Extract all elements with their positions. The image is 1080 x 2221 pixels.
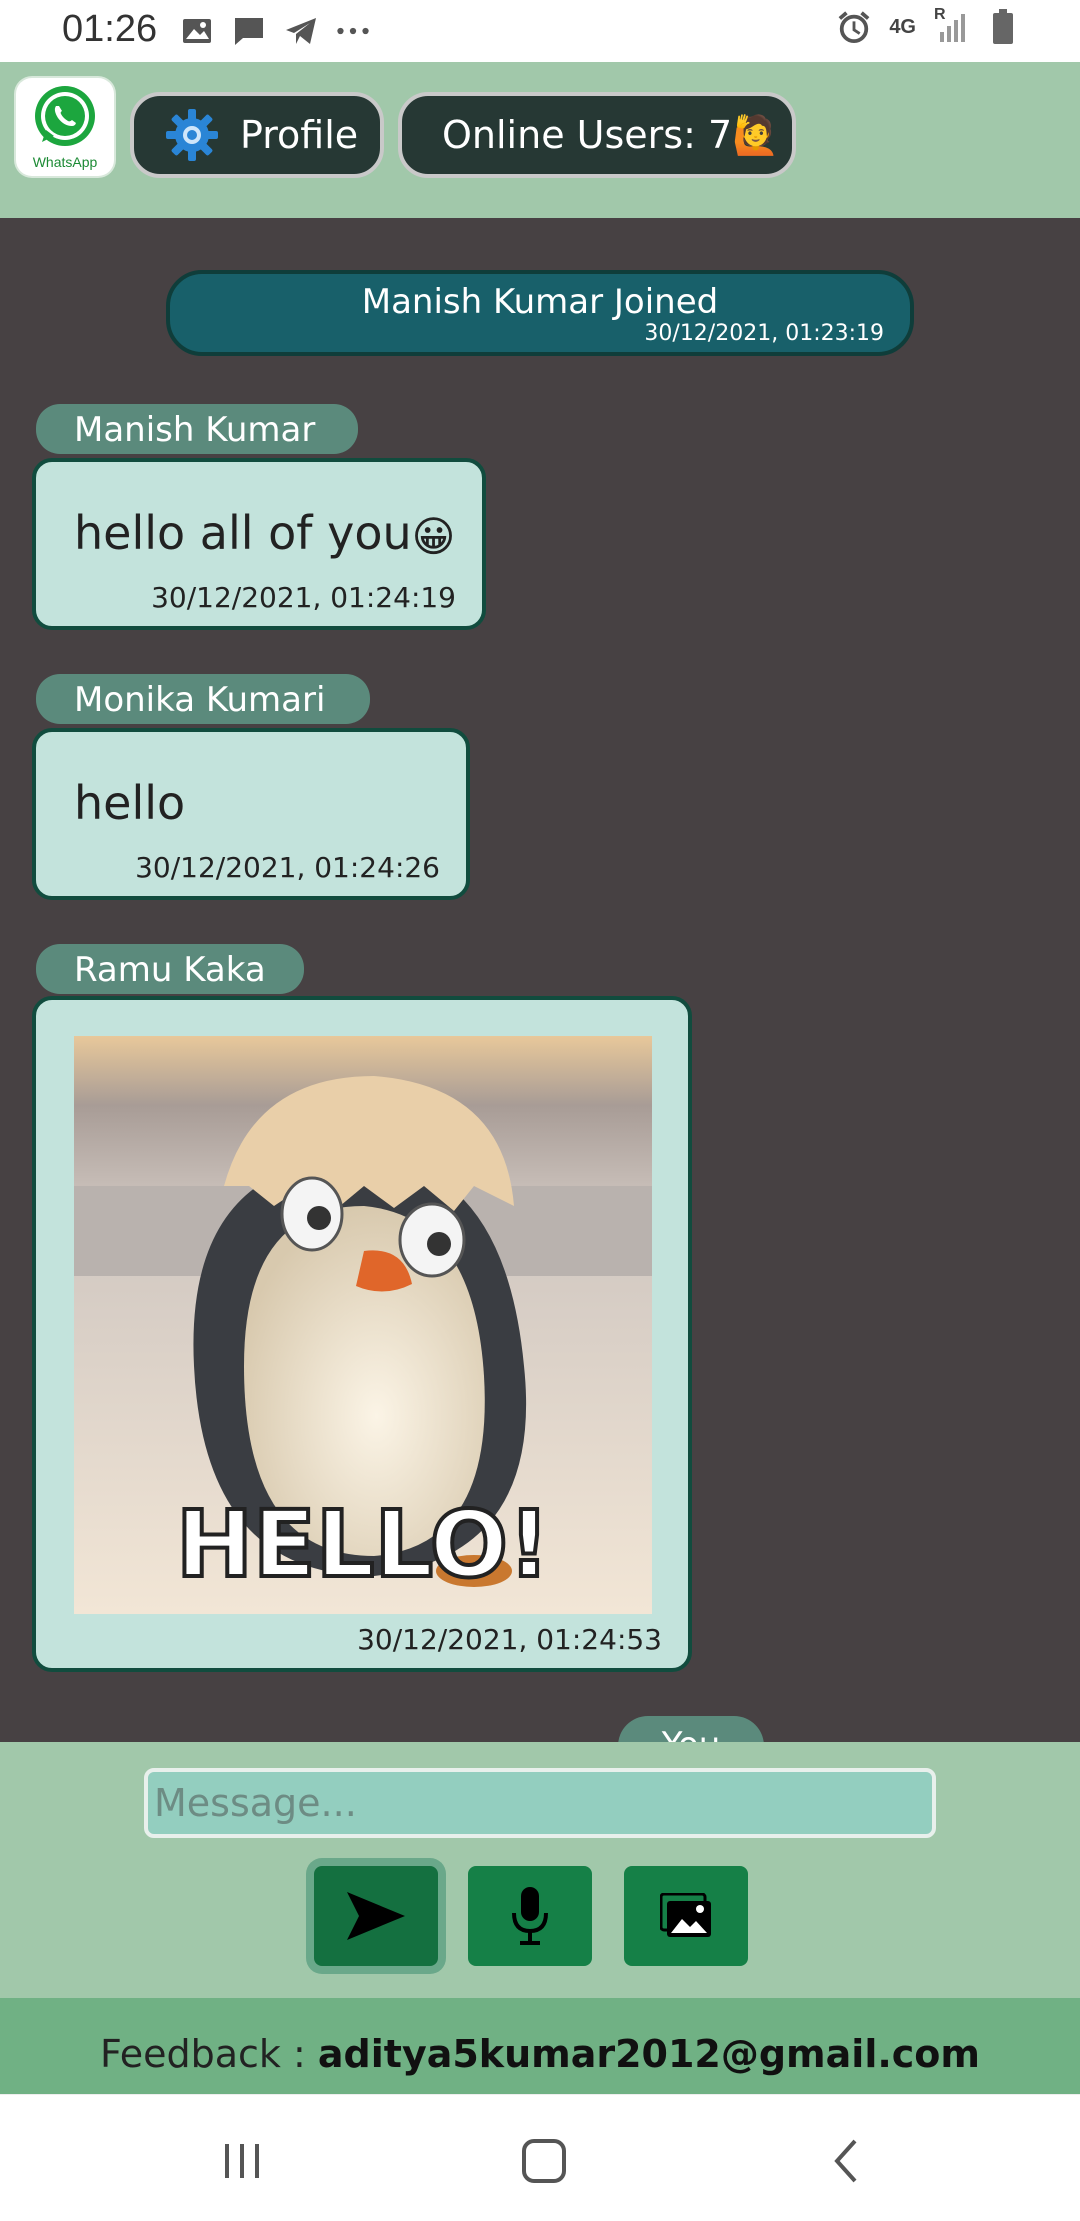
grinning-face-emoji: 😀 — [411, 512, 456, 561]
alarm-icon — [837, 10, 871, 44]
message-text: hello all of you😀 — [74, 506, 455, 561]
status-bar: 01:26 4G R — [0, 0, 1080, 62]
message-bubble[interactable]: hello 30/12/2021, 01:24:26 — [32, 728, 470, 900]
join-notice: Manish Kumar Joined 30/12/2021, 01:23:19 — [166, 270, 914, 356]
message-notification-icon — [232, 14, 266, 48]
recent-apps-button[interactable] — [212, 2131, 272, 2191]
message-sender: Manish Kumar — [36, 404, 358, 454]
message-input[interactable] — [144, 1768, 936, 1838]
feedback-label: Feedback : — [99, 2032, 318, 2076]
whatsapp-logo[interactable]: WhatsApp — [16, 78, 114, 176]
whatsapp-icon — [35, 86, 95, 146]
message-bubble[interactable]: hello all of you😀 30/12/2021, 01:24:19 — [32, 458, 486, 630]
message-sender: Monika Kumari — [36, 674, 370, 724]
image-gallery-icon — [660, 1893, 711, 1937]
message-timestamp: 30/12/2021, 01:24:19 — [151, 581, 456, 614]
message-timestamp: 30/12/2021, 01:24:26 — [135, 851, 440, 884]
status-time: 01:26 — [62, 8, 158, 50]
chat-area[interactable]: Manish Kumar Joined 30/12/2021, 01:23:19… — [0, 218, 1080, 1742]
more-notifications-icon — [336, 14, 370, 48]
network-type-label: 4G — [889, 16, 916, 38]
message-text-content: hello all of you — [74, 506, 412, 560]
home-button[interactable] — [514, 2131, 574, 2191]
message-timestamp: 30/12/2021, 01:24:53 — [357, 1623, 662, 1656]
online-users-button[interactable]: Online Users: 7 🙋 — [398, 92, 796, 178]
gear-icon — [166, 109, 218, 161]
status-system-icons: 4G R — [837, 6, 1020, 44]
message-composer — [0, 1742, 1080, 1998]
voice-record-button[interactable] — [468, 1866, 592, 1966]
penguin-image: HELLO! — [74, 1036, 652, 1614]
logo-text: WhatsApp — [32, 154, 98, 170]
telegram-notification-icon — [284, 14, 318, 48]
join-notice-timestamp: 30/12/2021, 01:23:19 — [644, 321, 884, 346]
battery-icon — [986, 9, 1020, 44]
home-icon — [522, 2139, 566, 2183]
feedback-email-link[interactable]: aditya5kumar2012@gmail.com — [318, 2032, 980, 2076]
back-icon — [834, 2139, 857, 2183]
attach-image-button[interactable] — [624, 1866, 748, 1966]
message-sender: Ramu Kaka — [36, 944, 304, 994]
image-caption: HELLO! — [176, 1491, 550, 1598]
app-header: WhatsApp Profile Online Users: 7 🙋 — [0, 62, 1080, 218]
microphone-icon — [512, 1887, 548, 1945]
system-navigation-bar — [0, 2094, 1080, 2221]
send-icon — [347, 1892, 405, 1940]
own-message-sender: You — [618, 1716, 764, 1742]
back-button[interactable] — [816, 2131, 876, 2191]
message-text: hello — [74, 776, 186, 830]
online-users-label: Online Users: 7 — [442, 113, 733, 157]
profile-button[interactable]: Profile — [130, 92, 384, 178]
send-button[interactable] — [314, 1866, 438, 1966]
profile-label: Profile — [240, 113, 359, 157]
join-notice-text: Manish Kumar Joined — [361, 282, 719, 322]
image-message-bubble[interactable]: HELLO! 30/12/2021, 01:24:53 — [32, 996, 692, 1672]
roaming-label: R — [934, 6, 946, 23]
gallery-notification-icon — [180, 14, 214, 48]
feedback-bar: Feedback : aditya5kumar2012@gmail.com — [0, 1998, 1080, 2094]
status-notifications — [180, 14, 370, 48]
recent-apps-icon — [225, 2144, 259, 2178]
signal-icon: R — [934, 6, 968, 44]
raising-hand-emoji: 🙋 — [732, 112, 780, 157]
hello-penguin-gif[interactable]: HELLO! — [74, 1036, 652, 1614]
